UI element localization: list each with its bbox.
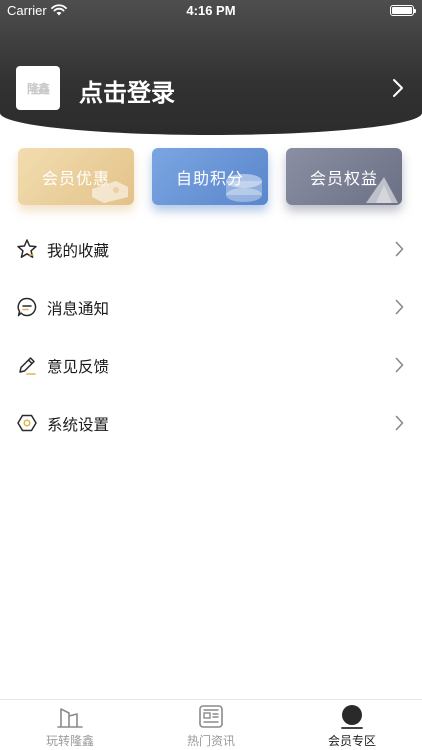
card-label: 自助积分 [175, 169, 244, 188]
tab-label: 玩转隆鑫 [45, 734, 94, 748]
menu-label: 系统设置 [47, 416, 110, 434]
settings-hexagon-icon [17, 414, 37, 432]
chevron-right-icon [395, 357, 404, 373]
login-row[interactable]: 隆鑫 点击登录 [16, 66, 412, 110]
menu-item-favorites[interactable]: 我的收藏 [0, 220, 422, 278]
menu-item-notifications[interactable]: 消息通知 [0, 278, 422, 336]
menu-label: 意见反馈 [47, 358, 110, 376]
pencil-icon [19, 357, 36, 375]
tab-bar: 玩转隆鑫 热门资讯 会员专区 [0, 699, 422, 750]
member-icon [341, 705, 363, 729]
chevron-right-icon[interactable] [392, 78, 404, 98]
chevron-right-icon [395, 241, 404, 257]
battery-icon [390, 5, 416, 16]
member-cards: 会员优惠 自助积分 会员权益 [18, 148, 404, 208]
card-member-rights[interactable]: 会员权益 [286, 148, 402, 205]
menu-item-settings[interactable]: 系统设置 [0, 394, 422, 452]
menu-list: 我的收藏 消息通知 意见反馈 系统设置 [0, 220, 422, 452]
card-label: 会员权益 [309, 169, 378, 188]
tab-member[interactable]: 会员专区 [282, 700, 422, 750]
app-logo: 隆鑫 [16, 66, 60, 110]
chevron-right-icon [395, 415, 404, 431]
card-label: 会员优惠 [41, 169, 110, 188]
card-self-points[interactable]: 自助积分 [152, 148, 268, 205]
tab-news[interactable]: 热门资讯 [141, 700, 281, 750]
card-member-discount[interactable]: 会员优惠 [18, 148, 134, 205]
menu-label: 我的收藏 [47, 242, 110, 260]
buildings-icon [57, 708, 83, 728]
menu-label: 消息通知 [47, 300, 110, 318]
menu-item-feedback[interactable]: 意见反馈 [0, 336, 422, 394]
tab-label: 热门资讯 [186, 734, 235, 748]
message-icon [17, 297, 37, 317]
profile-header: Carrier 4:16 PM 隆鑫 点击登录 [0, 0, 422, 135]
chevron-right-icon [395, 299, 404, 315]
status-bar: Carrier 4:16 PM [0, 0, 422, 22]
tab-explore[interactable]: 玩转隆鑫 [0, 700, 140, 750]
news-icon [199, 705, 223, 728]
star-icon [17, 239, 37, 258]
login-label[interactable]: 点击登录 [79, 73, 175, 108]
logo-text: 隆鑫 [26, 81, 50, 96]
status-time: 4:16 PM [186, 3, 236, 18]
tab-label: 会员专区 [327, 734, 376, 748]
battery-level [392, 7, 412, 14]
